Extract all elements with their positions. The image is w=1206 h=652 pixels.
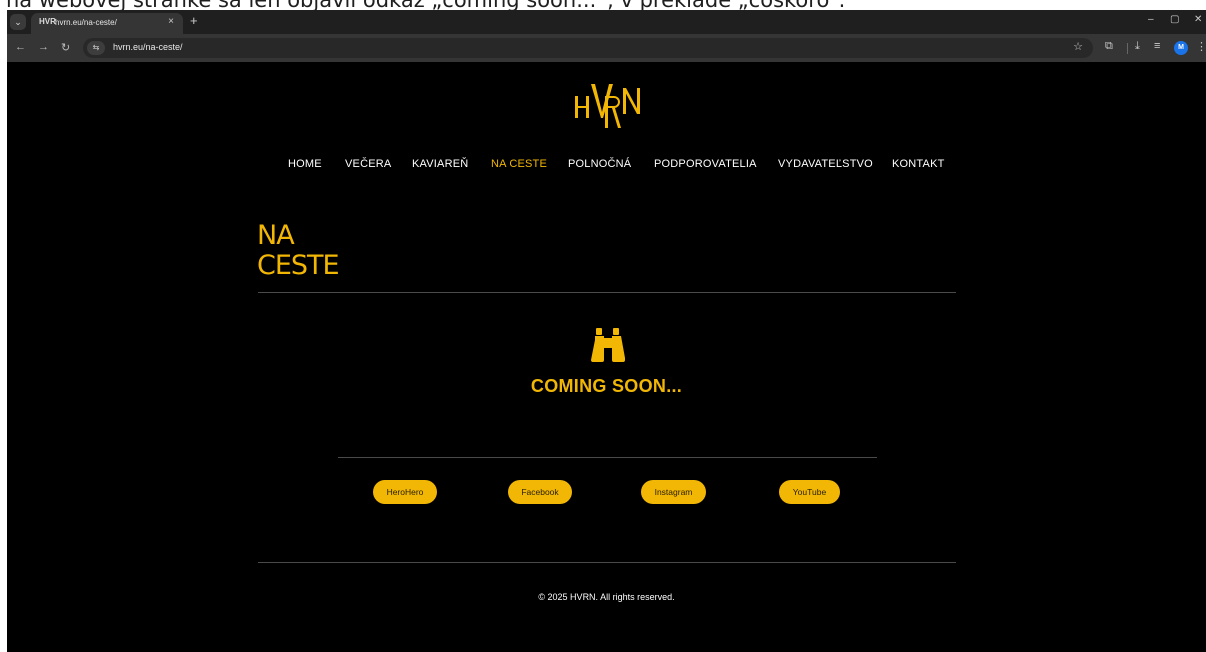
divider-bottom	[258, 562, 956, 563]
nav-polnocna[interactable]: POLNOČNÁ	[568, 158, 631, 170]
reload-icon[interactable]: ↻	[61, 41, 70, 54]
close-tab-icon[interactable]: ×	[168, 16, 174, 27]
browser-tab[interactable]: HVR hvrn.eu/na-ceste/ ×	[31, 13, 183, 34]
download-icon[interactable]: ⤓	[1135, 40, 1140, 53]
section-title-line2: CESTE	[257, 250, 339, 278]
menu-dots-icon[interactable]: ⋮	[1196, 40, 1206, 53]
page-caption: na webovej stránke sa len objavil odkaz …	[6, 0, 846, 12]
binoculars-icon	[591, 328, 625, 362]
restore-icon[interactable]: ▢	[1170, 14, 1179, 25]
footer-copyright: © 2025 HVRN. All rights reserved.	[538, 592, 675, 602]
nav-kaviaren[interactable]: KAVIAREŇ	[412, 158, 468, 170]
divider-middle	[338, 457, 877, 458]
nav-vecera[interactable]: VEČERA	[345, 158, 391, 170]
divider-top	[258, 292, 956, 293]
browser-window: ⌄ HVR hvrn.eu/na-ceste/ × + – ▢ ✕ ← → ↻ …	[7, 10, 1206, 652]
address-bar[interactable]: ⇆ hvrn.eu/na-ceste/ ☆	[83, 38, 1093, 58]
back-icon[interactable]: ←	[15, 41, 26, 53]
forward-icon[interactable]: →	[38, 41, 49, 53]
section-title-line1: NA	[257, 220, 295, 251]
toolbar-divider	[1127, 43, 1128, 54]
nav-kontakt[interactable]: KONTAKT	[892, 158, 945, 170]
minimize-icon[interactable]: –	[1148, 14, 1154, 25]
extensions-icon[interactable]: ⧉	[1105, 40, 1113, 53]
site-info-icon[interactable]: ⇆	[87, 41, 105, 55]
profile-avatar[interactable]: M	[1174, 41, 1188, 55]
facebook-button[interactable]: Facebook	[508, 480, 572, 504]
instagram-button[interactable]: Instagram	[641, 480, 706, 504]
new-tab-button[interactable]: +	[190, 13, 198, 28]
tab-strip: ⌄ HVR hvrn.eu/na-ceste/ × + – ▢ ✕	[7, 10, 1206, 34]
close-window-icon[interactable]: ✕	[1194, 14, 1202, 25]
section-title-logo: NA CESTE	[257, 220, 340, 278]
hvrn-logo[interactable]	[567, 82, 647, 130]
nav-home[interactable]: HOME	[288, 158, 322, 170]
herohero-button[interactable]: HeroHero	[373, 480, 437, 504]
tab-title: hvrn.eu/na-ceste/	[55, 18, 117, 27]
site-favicon-icon: HVR	[39, 17, 56, 26]
browser-toolbar: ← → ↻ ⇆ hvrn.eu/na-ceste/ ☆ ⧉ ⤓ ≡ M ⋮	[7, 34, 1206, 62]
nav-vydavatelstvo[interactable]: VYDAVATEĽSTVO	[778, 158, 873, 170]
coming-soon-heading: COMING SOON...	[530, 376, 683, 396]
chevron-down-icon: ⌄	[14, 17, 22, 27]
reading-list-icon[interactable]: ≡	[1154, 40, 1160, 52]
youtube-button[interactable]: YouTube	[779, 480, 840, 504]
nav-podporovatelia[interactable]: PODPOROVATELIA	[654, 158, 757, 170]
tab-search-button[interactable]: ⌄	[10, 14, 26, 30]
bookmark-star-icon[interactable]: ☆	[1073, 40, 1083, 53]
web-page: HOME VEČERA KAVIAREŇ NA CESTE POLNOČNÁ P…	[7, 62, 1206, 652]
url-text[interactable]: hvrn.eu/na-ceste/	[113, 42, 183, 52]
nav-na-ceste[interactable]: NA CESTE	[491, 158, 547, 170]
